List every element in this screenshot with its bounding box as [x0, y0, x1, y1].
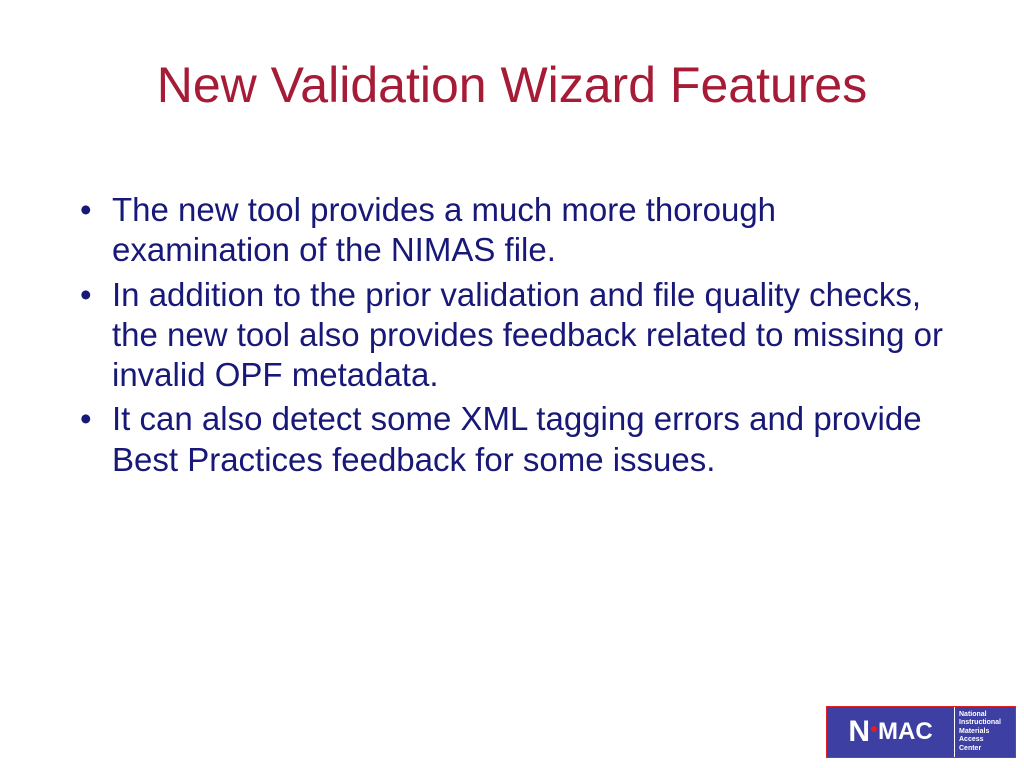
logo-line: National	[959, 711, 1015, 719]
slide: New Validation Wizard Features The new t…	[0, 0, 1024, 768]
nimac-logo: N MAC National Instructional Materials Ac…	[826, 706, 1016, 758]
logo-letters-mac: MAC	[878, 718, 933, 746]
logo-line: Center	[959, 745, 1015, 753]
bullet-list: The new tool provides a much more thorou…	[70, 190, 954, 480]
bullet-item: The new tool provides a much more thorou…	[70, 190, 954, 271]
logo-line: Materials	[959, 728, 1015, 736]
logo-dot-icon	[871, 726, 877, 732]
logo-letter-n: N	[848, 715, 870, 749]
logo-line: Access	[959, 736, 1015, 744]
logo-line: Instructional	[959, 719, 1015, 727]
slide-body: The new tool provides a much more thorou…	[70, 190, 954, 484]
bullet-item: It can also detect some XML tagging erro…	[70, 399, 954, 480]
bullet-item: In addition to the prior validation and …	[70, 275, 954, 396]
slide-title: New Validation Wizard Features	[0, 56, 1024, 114]
logo-fullname: National Instructional Materials Access …	[955, 707, 1015, 757]
logo-acronym: N MAC	[827, 707, 955, 757]
